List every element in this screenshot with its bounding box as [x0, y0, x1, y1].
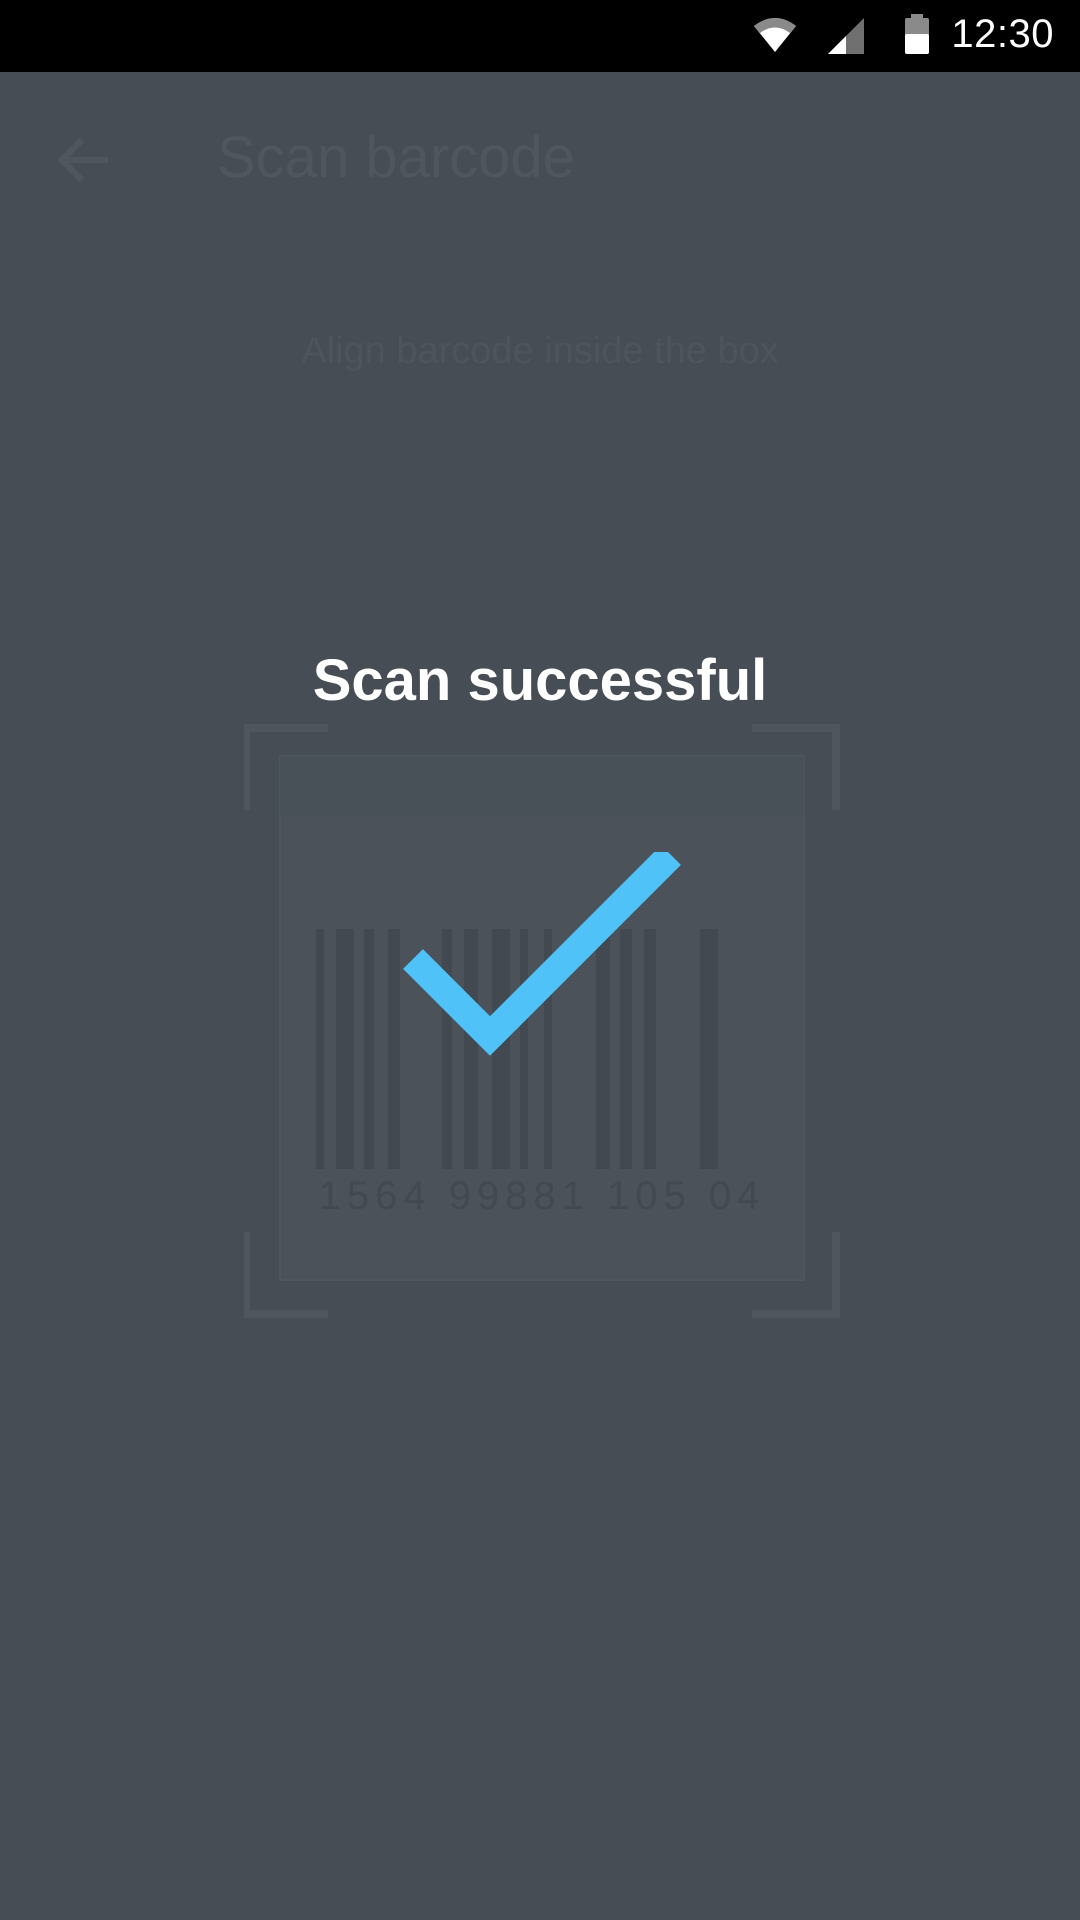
status-time: 12:30 [951, 12, 1054, 56]
wifi-icon [750, 0, 800, 72]
scan-result-title: Scan successful [312, 648, 768, 713]
app-bar: Scan barcode [0, 72, 1080, 240]
scan-instructions: Align barcode inside the box [301, 330, 779, 372]
status-bar: 12:30 [0, 0, 1080, 72]
barcode-number: 1564 99881 105 04 [319, 1174, 766, 1218]
scan-screen: Scan barcode Align barcode inside the bo… [0, 72, 1080, 1920]
arrow-back-icon [57, 137, 108, 183]
back-button[interactable] [44, 120, 124, 200]
checkmark-icon [403, 852, 681, 1056]
cellular-signal-icon [826, 0, 866, 72]
page-title: Scan barcode [217, 125, 575, 190]
battery-icon [902, 0, 932, 72]
